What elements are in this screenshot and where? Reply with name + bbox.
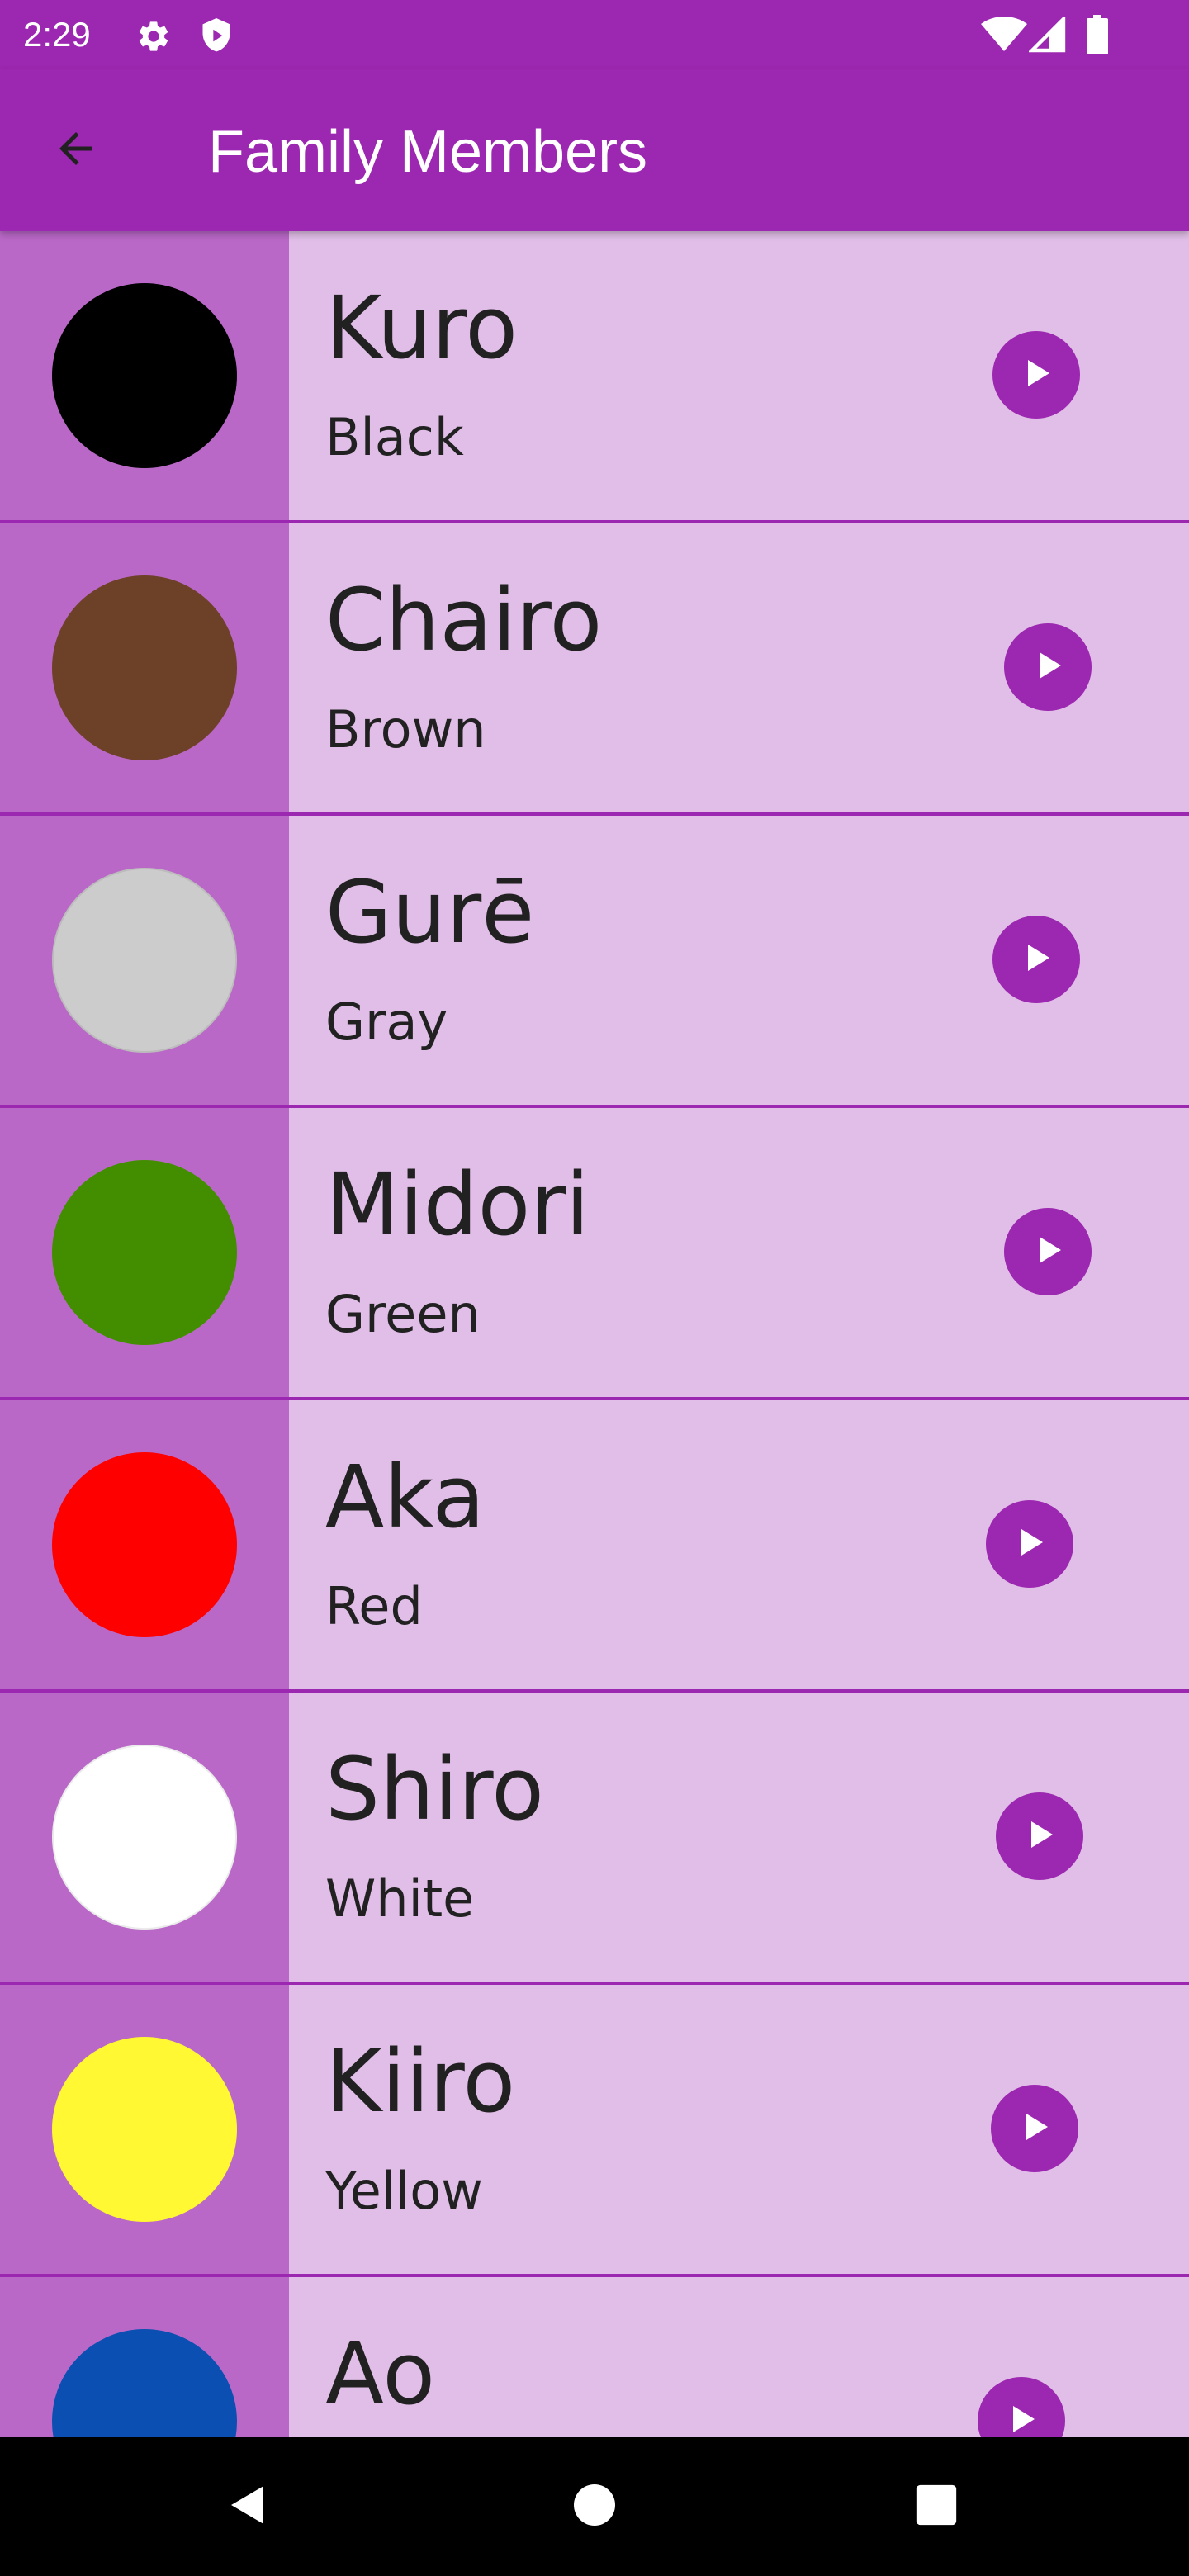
swatch-cell [0,2277,289,2437]
swatch-cell [0,231,289,520]
play-icon [1031,1234,1064,1270]
navigation-bar [0,2437,1189,2576]
play-button[interactable] [996,1792,1083,1880]
play-icon [1023,1818,1056,1854]
word-label: Chairo [325,570,603,670]
translation-label: Brown [325,699,486,760]
nav-back-icon [221,2479,274,2535]
settings-icon [135,18,172,58]
page-title: Family Members [208,119,648,185]
swatch-cell [0,523,289,812]
text-cell: Kiiro Yellow [289,1985,1189,2274]
play-button[interactable] [978,2377,1065,2437]
play-icon [1020,357,1053,393]
play-icon [1031,649,1064,685]
translation-label: Yellow [325,2161,483,2221]
swatch-cell [0,1108,289,1397]
text-cell: Ao [289,2277,1189,2437]
word-label: Kiiro [325,2031,516,2132]
word-label: Shiro [325,1739,544,1840]
translation-label: Gray [325,992,448,1052]
battery-icon [1087,15,1108,58]
play-button[interactable] [1004,623,1092,711]
signal-icon [1027,14,1067,56]
color-swatch [52,1745,237,1930]
play-button[interactable] [992,331,1080,419]
color-swatch [52,1452,237,1637]
nav-recents-button[interactable] [890,2460,983,2553]
text-cell: Kuro Black [289,231,1189,520]
play-button[interactable] [992,916,1080,1003]
list-item[interactable]: Shiro White [0,1693,1189,1985]
list-item[interactable]: Kiiro Yellow [0,1985,1189,2277]
play-button[interactable] [1004,1208,1092,1295]
word-label: Kuro [325,277,519,378]
arrow-back-icon [51,124,101,177]
list-item[interactable]: Gurē Gray [0,816,1189,1108]
text-cell: Aka Red [289,1400,1189,1689]
status-bar: 2:29 [0,0,1189,69]
text-cell: Chairo Brown [289,523,1189,812]
list-item[interactable]: Aka Red [0,1400,1189,1693]
nav-back-button[interactable] [201,2460,294,2553]
text-cell: Shiro White [289,1693,1189,1982]
text-cell: Gurē Gray [289,816,1189,1105]
list-item[interactable]: Midori Green [0,1108,1189,1400]
translation-label: Red [325,1576,423,1636]
status-time: 2:29 [23,15,91,54]
color-list[interactable]: Kuro Black Chairo Brown Gurē Gray Midori… [0,231,1189,2437]
list-item[interactable]: Kuro Black [0,231,1189,523]
translation-label: Green [325,1284,481,1344]
swatch-cell [0,1400,289,1689]
play-icon [1005,2403,1038,2437]
color-swatch [52,1160,237,1345]
nav-recents-icon [912,2481,960,2532]
back-button[interactable] [36,111,116,190]
color-swatch [52,575,237,760]
word-label: Gurē [325,862,535,963]
text-cell: Midori Green [289,1108,1189,1397]
nav-home-button[interactable] [548,2460,641,2553]
word-label: Midori [325,1154,590,1255]
swatch-cell [0,1693,289,1982]
color-swatch [52,283,237,468]
translation-label: White [325,1868,475,1929]
color-swatch [52,868,237,1053]
play-icon [1013,1526,1046,1562]
play-button[interactable] [991,2085,1078,2172]
swatch-cell [0,816,289,1105]
color-swatch [52,2329,237,2437]
swatch-cell [0,1985,289,2274]
word-label: Ao [325,2323,435,2424]
play-button[interactable] [986,1500,1073,1588]
app-bar: Family Members [0,69,1189,231]
wifi-icon [981,16,1027,56]
nav-home-icon [570,2480,619,2533]
list-item[interactable]: Ao [0,2277,1189,2437]
color-swatch [52,2037,237,2222]
play-icon [1020,941,1053,978]
list-item[interactable]: Chairo Brown [0,523,1189,816]
word-label: Aka [325,1447,486,1547]
translation-label: Black [325,407,464,467]
play-icon [1018,2110,1051,2147]
shield-icon [198,17,234,59]
